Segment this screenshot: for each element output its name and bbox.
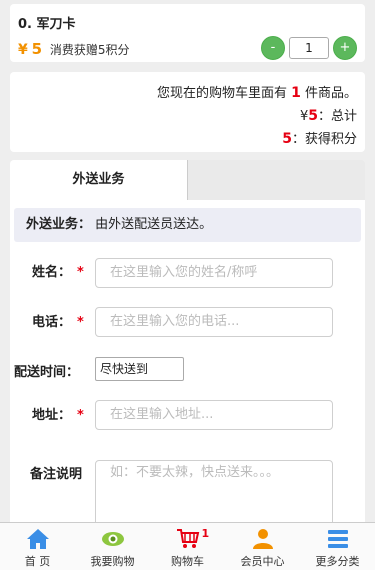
- name-required-mark: *: [77, 265, 84, 280]
- name-label: 姓名： *: [32, 261, 84, 280]
- nav-item-cart[interactable]: 1 购物车: [150, 523, 225, 570]
- delivery-time-label: 配送时间：: [14, 365, 80, 380]
- eye-icon: [101, 532, 124, 546]
- name-input[interactable]: 在这里输入您的姓名/称呼: [95, 258, 333, 288]
- phone-label: 电话： *: [32, 311, 84, 330]
- quantity-minus-button[interactable]: -: [261, 36, 285, 60]
- delivery-form-card: 外送业务 外送业务： 由外送配送员送达。 姓名： * 在这里输入您的姓名/称呼 电…: [10, 160, 365, 530]
- delivery-info-text: 由外送配送员送达。: [95, 217, 213, 232]
- tab-secondary[interactable]: [188, 160, 365, 200]
- nav-label-member: 会员中心: [240, 555, 285, 568]
- phone-input[interactable]: 在这里输入您的电话...: [95, 307, 333, 337]
- nav-item-categories[interactable]: 更多分类: [300, 523, 375, 570]
- cart-summary-card: 您现在的购物车里面有 1 件商品。 ¥5：总计 5：获得积分: [10, 72, 365, 152]
- nav-item-member[interactable]: 会员中心: [225, 523, 300, 570]
- order-type-tabs: 外送业务: [10, 160, 365, 200]
- nav-item-home[interactable]: 首 页: [0, 523, 75, 570]
- address-required-mark: *: [77, 408, 84, 423]
- cart-total: 5: [308, 108, 318, 124]
- cart-icon: [176, 529, 199, 548]
- cart-points: 5: [282, 131, 292, 147]
- item-price: 5: [31, 40, 43, 58]
- user-icon: [252, 529, 273, 549]
- name-label-text: 姓名：: [32, 265, 72, 280]
- home-icon: [26, 529, 49, 549]
- nav-label-cart: 购物车: [171, 555, 204, 568]
- quantity-plus-button[interactable]: +: [333, 36, 357, 60]
- delivery-time-select[interactable]: 尽快送到: [95, 357, 184, 381]
- delivery-info-box: 外送业务： 由外送配送员送达。: [14, 208, 361, 242]
- phone-required-mark: *: [77, 315, 84, 330]
- cart-points-suffix: ：获得积分: [291, 132, 357, 147]
- cart-count: 1: [291, 85, 301, 101]
- cart-badge: 1: [201, 527, 210, 540]
- tab-delivery[interactable]: 外送业务: [10, 160, 188, 200]
- item-price-line: ¥ 5 消费获赠5积分: [18, 40, 129, 58]
- delivery-info-title: 外送业务：: [26, 217, 92, 232]
- address-label: 地址： *: [32, 404, 84, 423]
- cart-item-card: 0. 军刀卡 ¥ 5 消费获赠5积分 - 1 +: [10, 4, 365, 62]
- quantity-stepper: - 1 +: [261, 36, 357, 60]
- item-currency: ¥: [18, 42, 28, 58]
- bottom-nav: 首 页 我要购物 1 购物车 会员中心 更多分类: [0, 522, 375, 570]
- address-label-text: 地址：: [32, 408, 72, 423]
- note-label: 备注说明: [30, 467, 83, 482]
- phone-label-text: 电话：: [32, 315, 72, 330]
- total-currency: ¥: [299, 109, 309, 124]
- cart-count-suffix: 件商品。: [304, 86, 357, 101]
- item-points-text: 消费获赠5积分: [49, 43, 130, 57]
- cart-total-suffix: ：总计: [317, 109, 357, 124]
- cart-count-prefix: 您现在的购物车里面有: [156, 86, 287, 101]
- item-name: 0. 军刀卡: [18, 17, 76, 32]
- cart-points-line: 5：获得积分: [282, 128, 357, 147]
- address-input[interactable]: 在这里输入地址...: [95, 400, 333, 430]
- nav-label-categories: 更多分类: [315, 555, 360, 568]
- note-textarea[interactable]: 如：不要太辣，快点送来。。。: [95, 460, 333, 530]
- menu-icon: [327, 530, 348, 548]
- cart-total-line: ¥5：总计: [300, 105, 357, 124]
- nav-label-home: 首 页: [24, 555, 51, 568]
- cart-count-line: 您现在的购物车里面有 1 件商品。: [157, 82, 357, 101]
- nav-label-shop: 我要购物: [90, 555, 135, 568]
- nav-item-shop[interactable]: 我要购物: [75, 523, 150, 570]
- quantity-input[interactable]: 1: [289, 37, 329, 59]
